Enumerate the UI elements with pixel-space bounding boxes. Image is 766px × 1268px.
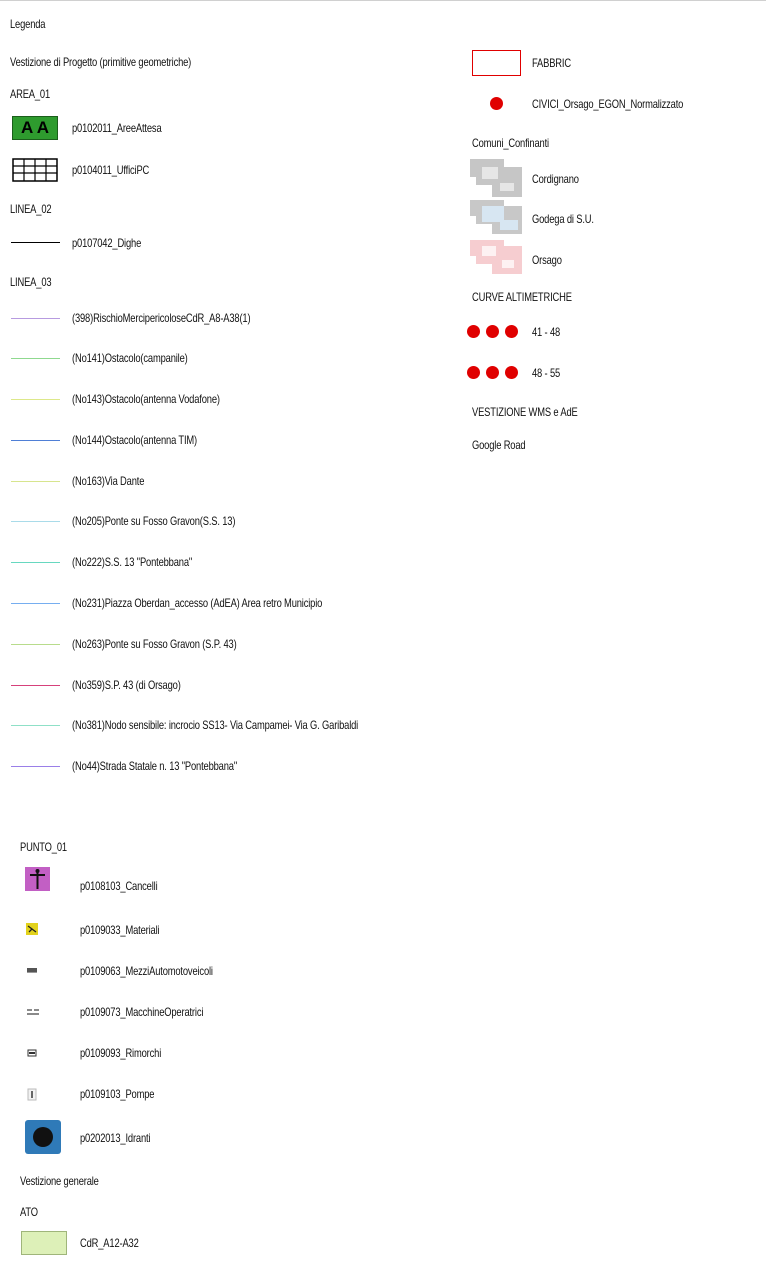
ato-swatch <box>21 1231 67 1255</box>
curve-1-dot-icon <box>467 325 480 338</box>
ato-heading: ATO <box>20 1205 38 1219</box>
line-swatch-no141 <box>11 358 60 359</box>
legend-item-no44: (No44)Strada Statale n. 13 "Pontebbana" <box>72 759 238 773</box>
godega-swatch <box>470 200 522 234</box>
line-swatch-no381 <box>11 725 60 726</box>
legend-item-rimorchi: p0109093_Rimorchi <box>80 1046 162 1060</box>
vestizione-progetto-heading: Vestizione di Progetto (primitive geomet… <box>10 55 192 69</box>
materials-icon <box>26 923 38 935</box>
vestizione-generale-heading: Vestizione generale <box>20 1174 99 1188</box>
legend-item-dighe: p0107042_Dighe <box>72 236 142 250</box>
legend-item-no141: (No141)Ostacolo(campanile) <box>72 351 188 365</box>
dighe-line-swatch <box>11 242 60 243</box>
curve-2-dot-icon <box>486 366 499 379</box>
legend-item-no359: (No359)S.P. 43 (di Orsago) <box>72 678 181 692</box>
curve-1-dot-icon <box>486 325 499 338</box>
area-attesa-symbol: A A <box>20 118 49 137</box>
legend-item-materiali: p0109033_Materiali <box>80 923 160 937</box>
legend-title: Legenda <box>10 17 46 31</box>
linea-02-heading: LINEA_02 <box>10 202 52 216</box>
legend-item-godega: Godega di S.U. <box>532 212 594 226</box>
uffici-pc-swatch <box>12 158 58 182</box>
legend-item-curve-41-48: 41 - 48 <box>532 325 561 339</box>
line-swatch-no231 <box>11 603 60 604</box>
legend-item-no222: (No222)S.S. 13 "Pontebbana" <box>72 555 193 569</box>
legend-item-area-attesa: p0102011_AreeAttesa <box>72 121 162 135</box>
legend-item-no144: (No144)Ostacolo(antenna TIM) <box>72 433 198 447</box>
legend-item-idranti: p0202013_Idranti <box>80 1131 151 1145</box>
area-attesa-swatch: A A <box>12 116 58 140</box>
line-swatch-no144 <box>11 440 60 441</box>
cordignano-swatch <box>470 159 522 197</box>
legend-item-pompe: p0109103_Pompe <box>80 1087 155 1101</box>
pump-icon <box>27 1088 37 1101</box>
vehicle-icon <box>27 968 37 973</box>
area-01-heading: AREA_01 <box>10 87 51 101</box>
legend-item-uffici-pc: p0104011_UfficiPC <box>72 163 150 177</box>
machine-icon <box>27 1009 39 1015</box>
legend-item-no263: (No263)Ponte su Fosso Gravon (S.P. 43) <box>72 637 237 651</box>
legend-item-orsago: Orsago <box>532 253 562 267</box>
line-swatch-no263 <box>11 644 60 645</box>
curve-1-dot-icon <box>505 325 518 338</box>
line-swatch-no143 <box>11 399 60 400</box>
legend-item-no163: (No163)Via Dante <box>72 474 145 488</box>
legend-item-mezzi: p0109063_MezziAutomotoveicoli <box>80 964 213 978</box>
fabbric-swatch <box>472 50 521 76</box>
line-swatch-no163 <box>11 481 60 482</box>
curve-2-dot-icon <box>505 366 518 379</box>
vestizione-wms-heading: VESTIZIONE WMS e AdE <box>472 405 578 419</box>
curve-2-dot-icon <box>467 366 480 379</box>
legend-item-google-road: Google Road <box>472 438 526 452</box>
punto-01-heading: PUNTO_01 <box>20 840 67 854</box>
civici-dot-icon <box>490 97 503 110</box>
linea-03-heading: LINEA_03 <box>10 275 52 289</box>
line-swatch-no205 <box>11 521 60 522</box>
legend-item-no143: (No143)Ostacolo(antenna Vodafone) <box>72 392 220 406</box>
legend-item-398: (398)RischioMercipericoloseCdR_A8-A38(1) <box>72 311 251 325</box>
line-swatch-no222 <box>11 562 60 563</box>
legend-item-civici: CIVICI_Orsago_EGON_Normalizzato <box>532 97 684 111</box>
legend-item-ato: CdR_A12-A32 <box>80 1236 139 1250</box>
comuni-heading: Comuni_Confinanti <box>472 136 549 150</box>
legend-item-cordignano: Cordignano <box>532 172 579 186</box>
hydrant-icon <box>25 1120 61 1154</box>
orsago-swatch <box>470 240 522 274</box>
legend-item-curve-48-55: 48 - 55 <box>532 366 561 380</box>
panel-border <box>0 0 766 1</box>
legend-item-macchine: p0109073_MacchineOperatrici <box>80 1005 204 1019</box>
trailer-icon <box>27 1049 37 1057</box>
legend-item-fabbric: FABBRIC <box>532 56 571 70</box>
curve-heading: CURVE ALTIMETRICHE <box>472 290 572 304</box>
legend-item-no231: (No231)Piazza Oberdan_accesso (AdEA) Are… <box>72 596 323 610</box>
legend-item-cancelli: p0108103_Cancelli <box>80 879 158 893</box>
line-swatch-no359 <box>11 685 60 686</box>
legend-item-no381: (No381)Nodo sensibile: incrocio SS13- Vi… <box>72 718 359 732</box>
cross-icon <box>25 867 50 891</box>
line-swatch-398 <box>11 318 60 319</box>
legend-item-no205: (No205)Ponte su Fosso Gravon(S.S. 13) <box>72 514 236 528</box>
line-swatch-no44 <box>11 766 60 767</box>
